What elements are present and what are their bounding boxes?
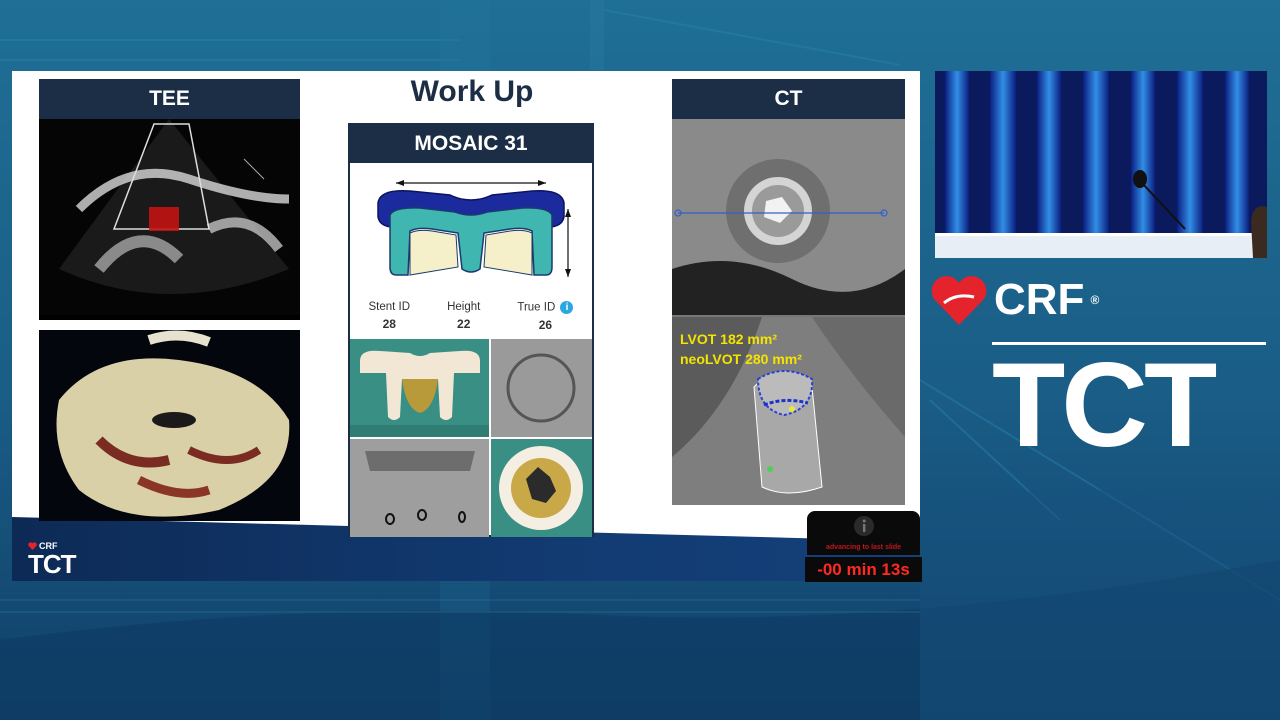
spec-label: Stent ID — [368, 301, 411, 313]
valve-diagram — [377, 180, 571, 277]
slide-footer-logo: CRF TCT — [28, 541, 77, 579]
spec-value: 28 — [382, 317, 396, 331]
valve-spec-row: Stent ID 28 Height 22 True ID i 26 — [350, 301, 592, 332]
neolvot-measurement: neoLVOT 280 mm² — [680, 351, 802, 367]
mosaic-header: MOSAIC 31 — [350, 125, 592, 163]
ct-header: CT — [672, 79, 905, 119]
brand-crf-text: CRF — [994, 275, 1085, 324]
spec-value: 22 — [457, 317, 471, 331]
tee-echo-image — [39, 119, 300, 315]
stage-curtain-image — [935, 71, 1267, 258]
spec-label: Height — [447, 301, 481, 313]
timer-notice: advancing to last slide — [807, 511, 920, 555]
timer-message: advancing to last slide — [825, 544, 902, 551]
spec-stent-id: Stent ID 28 — [369, 301, 411, 332]
registered-mark: ® — [1090, 293, 1100, 307]
crf-tct-branding: CRF ® TCT — [930, 275, 1270, 465]
spec-true-id: True ID i 26 — [517, 301, 574, 332]
info-icon — [853, 516, 874, 536]
page: { "slide": { "title": "Work Up", "tee": … — [0, 0, 1280, 720]
mosaic-panel: MOSAIC 31 Stent ID 28 Height 22 True ID … — [348, 123, 594, 537]
spec-height: Height 22 — [447, 301, 480, 332]
info-icon[interactable]: i — [560, 301, 574, 314]
valve-photo-grid — [350, 339, 592, 537]
presentation-slide: CRF TCT TEE Work Up MOSAIC 31 Stent ID 2… — [12, 71, 920, 581]
lvot-measurement: LVOT 182 mm² — [680, 331, 777, 347]
slide-title: Work Up — [410, 75, 534, 108]
ct-axial-image — [672, 119, 905, 315]
crf-heart-logo-icon — [931, 276, 987, 325]
footer-tct-text: TCT — [28, 549, 77, 579]
spec-label: True ID — [517, 301, 556, 314]
tee-header: TEE — [39, 79, 300, 119]
ct-images: LVOT 182 mm² neoLVOT 280 mm² — [672, 119, 905, 505]
tee-images — [39, 119, 300, 521]
speaker-video-feed — [935, 71, 1267, 258]
spec-value: 26 — [538, 318, 553, 332]
timer-countdown: -00 min 13s — [805, 557, 922, 582]
brand-tct-text: TCT — [992, 338, 1217, 472]
slide-timer: advancing to last slide -00 min 13s — [805, 511, 922, 582]
tee-3d-image — [39, 330, 300, 521]
